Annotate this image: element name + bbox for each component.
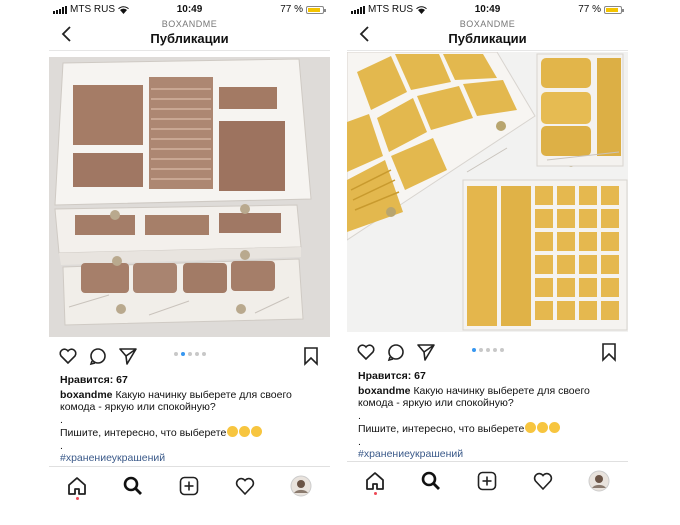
avatar-icon[interactable] xyxy=(588,470,610,492)
carousel-dot xyxy=(187,352,192,356)
compartment-cell xyxy=(535,255,553,274)
right-screenshot: MTS RUS 10:49 77 % BOXANDME Публикации Н… xyxy=(347,0,628,525)
post-caption: Нравится: 67 boxandme Какую начинку выбе… xyxy=(358,370,620,461)
carousel-dot xyxy=(478,348,483,352)
compartment-cell xyxy=(579,301,597,320)
compartment-cell xyxy=(601,232,619,251)
battery-percent: 77 % xyxy=(578,4,601,15)
smile-emoji xyxy=(525,422,537,433)
smile-emoji xyxy=(537,422,549,433)
compartment-cell xyxy=(579,255,597,274)
caption-line: Пишите, интересно, что выберете xyxy=(60,427,227,439)
jewelry-box-yellow-image xyxy=(347,52,628,332)
nav-username: BOXANDME xyxy=(459,19,516,29)
search-icon[interactable] xyxy=(420,470,442,492)
compartment-cell xyxy=(535,278,553,297)
compartment-cell xyxy=(557,301,575,320)
battery-percent: 77 % xyxy=(280,4,303,15)
page-title: Публикации xyxy=(448,31,527,46)
nav-username: BOXANDME xyxy=(161,19,218,29)
smile-emoji xyxy=(227,426,239,437)
compartment-cell xyxy=(557,186,575,205)
carousel-indicator xyxy=(347,348,628,352)
caption-username[interactable]: boxandme xyxy=(358,385,411,397)
search-icon[interactable] xyxy=(122,475,144,497)
bottom-tab-bar xyxy=(49,466,330,507)
compartment-cell xyxy=(601,278,619,297)
page-title: Публикации xyxy=(150,31,229,46)
avatar-icon[interactable] xyxy=(290,475,312,497)
carousel-dot xyxy=(485,348,490,352)
compartment-cell xyxy=(557,278,575,297)
compartment-cell xyxy=(601,301,619,320)
post-photo[interactable] xyxy=(347,52,628,332)
caption-dot: . xyxy=(60,413,63,426)
compartment-cell xyxy=(535,209,553,228)
battery-icon xyxy=(306,5,326,14)
compartment-cell xyxy=(579,186,597,205)
compartment-cell xyxy=(535,232,553,251)
likes-count[interactable]: Нравится: 67 xyxy=(60,374,322,387)
post-caption: Нравится: 67 boxandme Какую начинку выбе… xyxy=(60,374,322,465)
compartment-cell xyxy=(579,278,597,297)
heart-icon[interactable] xyxy=(58,346,78,366)
plus-square-icon[interactable] xyxy=(476,470,498,492)
compartment-cell xyxy=(535,186,553,205)
compartment-cell xyxy=(557,255,575,274)
compartment-cell xyxy=(535,301,553,320)
notification-dot xyxy=(76,497,79,500)
compartment-cell xyxy=(557,232,575,251)
carousel-dot xyxy=(471,348,476,352)
post-actions xyxy=(49,342,330,368)
caption-dot: . xyxy=(60,439,63,452)
compartment-cell xyxy=(601,209,619,228)
compartment-cell xyxy=(579,209,597,228)
carousel-dot xyxy=(180,352,185,356)
send-icon[interactable] xyxy=(416,342,436,362)
top-nav: BOXANDME Публикации xyxy=(347,16,628,51)
compartment-cell xyxy=(579,232,597,251)
comment-icon[interactable] xyxy=(386,342,406,362)
caption-line: Пишите, интересно, что выберете xyxy=(358,423,525,435)
carousel-dot xyxy=(492,348,497,352)
carousel-indicator xyxy=(49,352,330,356)
post-actions xyxy=(347,338,628,364)
send-icon[interactable] xyxy=(118,346,138,366)
caption-dot: . xyxy=(358,409,361,422)
comment-icon[interactable] xyxy=(88,346,108,366)
notification-dot xyxy=(374,492,377,495)
likes-count[interactable]: Нравится: 67 xyxy=(358,370,620,383)
top-nav: BOXANDME Публикации xyxy=(49,16,330,51)
hashtag-link[interactable]: #хранениеукрашений xyxy=(60,452,322,465)
smile-emoji xyxy=(239,426,251,437)
carousel-dot xyxy=(201,352,206,356)
heart-outline-icon[interactable] xyxy=(532,470,554,492)
carousel-dot xyxy=(499,348,504,352)
plus-square-icon[interactable] xyxy=(178,475,200,497)
bottom-tab-bar xyxy=(347,461,628,502)
left-screenshot: MTS RUS 10:49 77 % BOXANDME Публикации Н… xyxy=(49,0,330,525)
caption-username[interactable]: boxandme xyxy=(60,389,113,401)
caption-dot: . xyxy=(358,435,361,448)
smile-emoji xyxy=(251,426,263,437)
battery-icon xyxy=(604,5,624,14)
home-icon[interactable] xyxy=(66,475,88,497)
heart-outline-icon[interactable] xyxy=(234,475,256,497)
compartment-cell xyxy=(557,209,575,228)
carousel-dot xyxy=(194,352,199,356)
bookmark-icon[interactable] xyxy=(599,342,619,362)
bookmark-icon[interactable] xyxy=(301,346,321,366)
carousel-dot xyxy=(173,352,178,356)
compartment-cell xyxy=(601,186,619,205)
smile-emoji xyxy=(549,422,561,433)
jewelry-box-brown-image xyxy=(49,57,330,337)
compartment-cell xyxy=(601,255,619,274)
hashtag-link[interactable]: #хранениеукрашений xyxy=(358,448,620,461)
home-icon[interactable] xyxy=(364,470,386,492)
heart-icon[interactable] xyxy=(356,342,376,362)
post-photo[interactable] xyxy=(49,57,330,337)
